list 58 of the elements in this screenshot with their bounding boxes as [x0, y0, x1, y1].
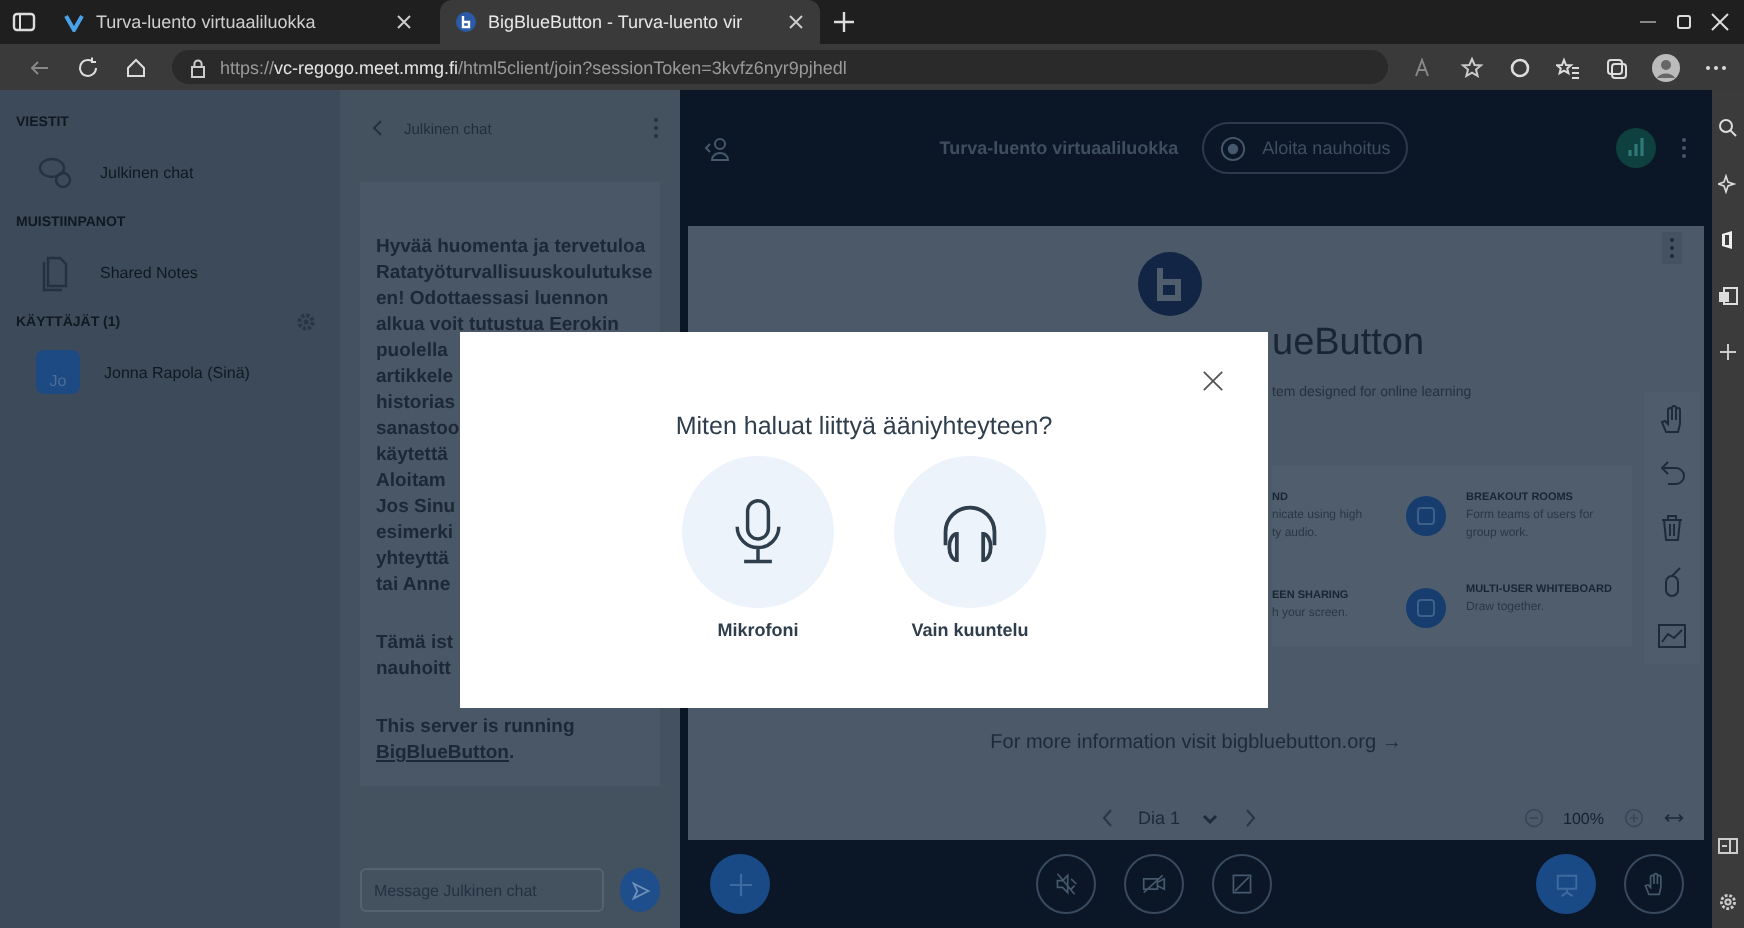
chat-icon [36, 152, 76, 192]
headphones-icon [938, 500, 1002, 564]
fit-width-icon[interactable] [1664, 808, 1684, 828]
hand-icon [1642, 872, 1666, 896]
favorites-icon[interactable] [1556, 55, 1580, 79]
address-field[interactable]: https://vc-regogo.meet.mmg.fi/html5client/join?sessionToken=3kvfz6nyr9pjhedl [172, 50, 1388, 84]
url-text: https://vc-regogo.meet.mmg.fi/html5client/join?sessionToken=3kvfz6nyr9pjhedl [220, 57, 847, 77]
add-icon[interactable] [1718, 342, 1738, 362]
next-icon[interactable] [1240, 808, 1261, 828]
home-icon[interactable] [124, 55, 148, 79]
plus-icon [727, 871, 753, 897]
zoom-level: 100% [1563, 809, 1604, 827]
chart-icon[interactable] [1656, 620, 1688, 652]
collections-icon[interactable] [1604, 55, 1628, 79]
favorite-icon[interactable] [1460, 55, 1484, 79]
microphone-icon [732, 496, 784, 568]
new-tab-icon[interactable] [832, 10, 856, 34]
send-icon [629, 879, 651, 901]
delete-icon[interactable] [1656, 512, 1688, 544]
screen-share-button[interactable] [1211, 854, 1271, 914]
screen-share-off-icon [1229, 872, 1253, 896]
connection-icon[interactable] [1616, 128, 1657, 168]
restore-icon[interactable] [1672, 10, 1696, 34]
refresh-icon[interactable] [76, 55, 100, 79]
feature-icon [1406, 588, 1446, 628]
lock-icon [188, 57, 208, 77]
dialog-title: Miten haluat liittyä ääniyhteyteen? [675, 412, 1053, 440]
close-icon[interactable] [1202, 370, 1224, 392]
chat-item[interactable]: Julkinen chat [100, 163, 194, 181]
tab-actions-icon[interactable] [12, 10, 36, 34]
meeting-title: Turva-luento virtuaaliluokka [939, 138, 1179, 158]
actions-button[interactable] [710, 854, 770, 914]
notes-item[interactable]: Shared Notes [100, 263, 198, 281]
logo-icon [456, 12, 476, 32]
users-toggle-icon[interactable] [704, 134, 732, 162]
sidebar-icon[interactable] [1718, 836, 1738, 856]
browser-tab[interactable]: Turva-luento virtuaaliluokka [48, 0, 428, 44]
speaker-muted-icon [1053, 872, 1077, 896]
record-button[interactable]: Aloita nauhoitus [1202, 122, 1409, 174]
logo-icon [1138, 252, 1202, 316]
search-icon[interactable] [1718, 118, 1738, 138]
profile-icon[interactable] [1652, 53, 1680, 81]
presentation-icon [1553, 871, 1579, 897]
camera-button[interactable] [1123, 854, 1183, 914]
raise-hand-button[interactable] [1624, 854, 1684, 914]
browser-tab[interactable]: BigBlueButton - Turva-luento vir [440, 0, 820, 44]
send-button[interactable] [620, 868, 660, 912]
record-icon [1220, 135, 1247, 161]
presentation-button[interactable] [1536, 854, 1596, 914]
sparkle-icon[interactable] [1718, 174, 1738, 194]
back-icon[interactable] [28, 55, 52, 79]
favicon-icon [64, 12, 84, 32]
previous-icon[interactable] [1098, 808, 1118, 828]
audio-button[interactable] [1035, 854, 1095, 914]
camera-off-icon [1141, 872, 1165, 896]
undo-icon[interactable] [1656, 458, 1688, 490]
user-name[interactable]: Jonna Rapola (Sinä) [104, 363, 250, 381]
feature-icon [1406, 496, 1446, 536]
